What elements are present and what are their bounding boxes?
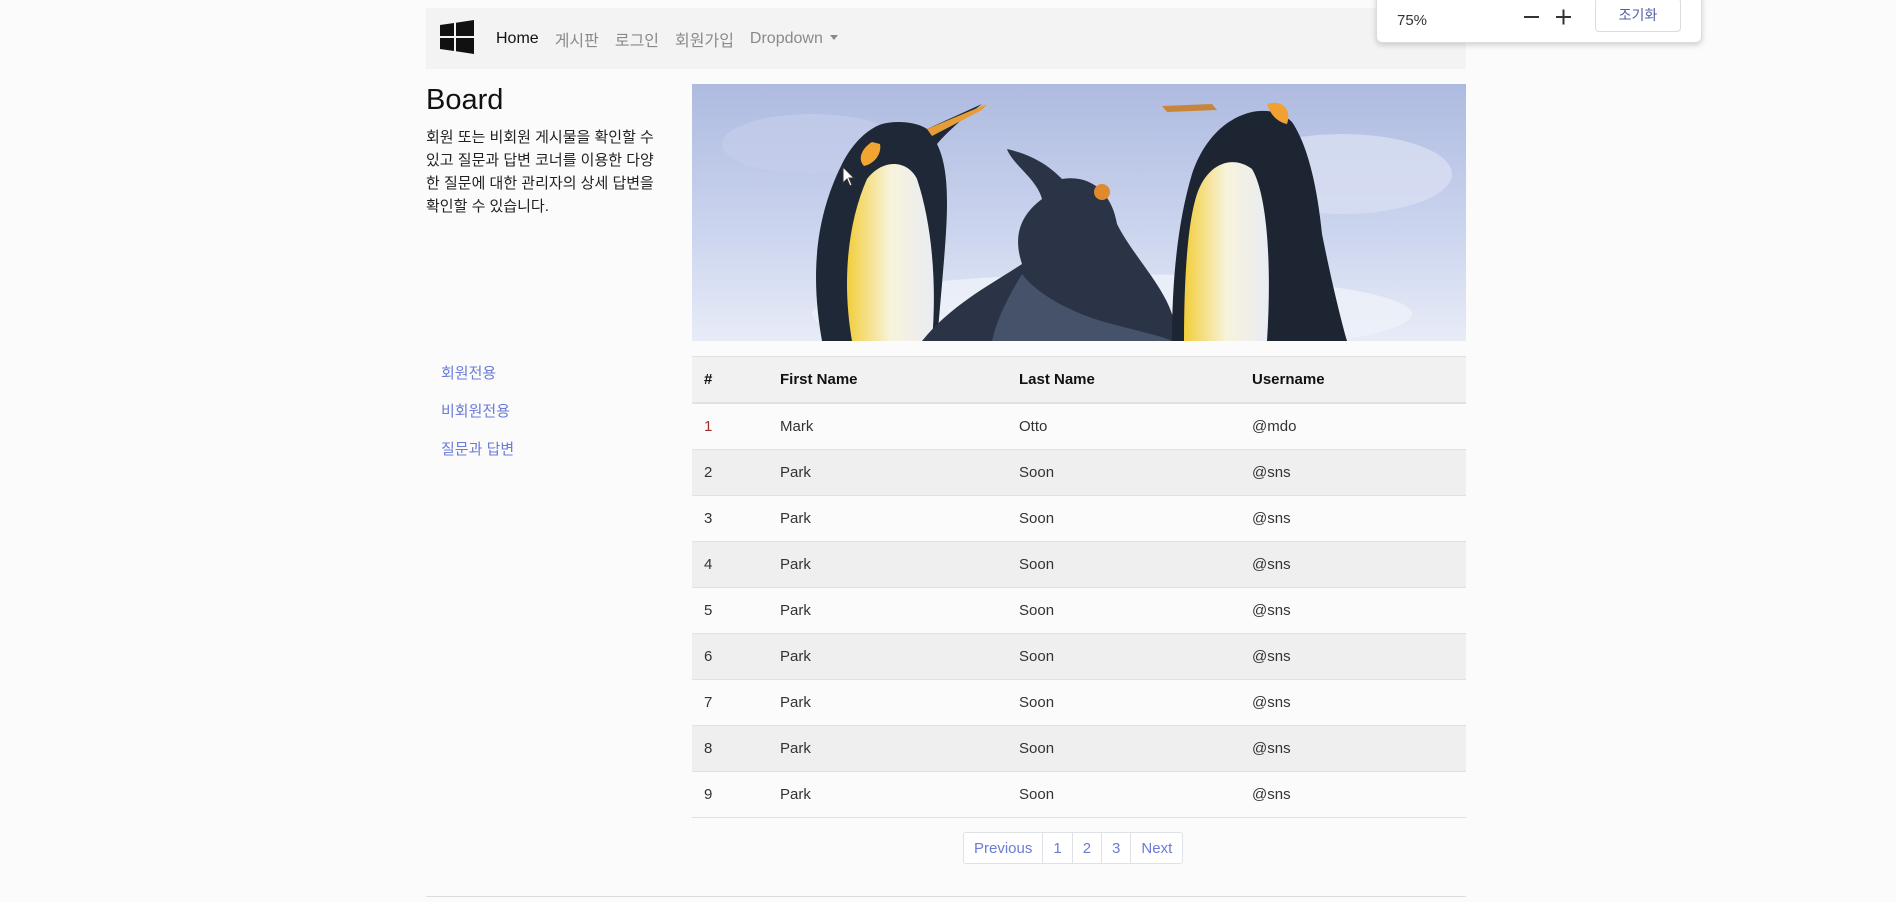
- cell-first-name: Park: [768, 679, 1007, 726]
- cell-username: @sns: [1240, 587, 1466, 634]
- nav-links: Home 게시판 로그인 회원가입 Dropdown: [496, 8, 854, 69]
- cell-last-name: Soon: [1007, 541, 1240, 588]
- zoom-level: 75%: [1397, 12, 1428, 29]
- table-row: 8 Park Soon @sns: [692, 725, 1466, 772]
- board-title: Board: [426, 84, 504, 116]
- cell-first-name: Mark: [768, 403, 1007, 450]
- cell-last-name: Soon: [1007, 725, 1240, 772]
- cell-username: @sns: [1240, 725, 1466, 772]
- cell-username: @mdo: [1240, 403, 1466, 450]
- table-row: 2 Park Soon @sns: [692, 449, 1466, 496]
- cell-first-name: Park: [768, 633, 1007, 680]
- cell-number: 6: [692, 633, 768, 680]
- cell-number: 5: [692, 587, 768, 634]
- pagination-page-3[interactable]: 3: [1101, 832, 1132, 864]
- pagination-page-2[interactable]: 2: [1071, 832, 1103, 864]
- cell-last-name: Otto: [1007, 403, 1240, 450]
- cell-number: 1: [692, 403, 768, 450]
- table-row: 5 Park Soon @sns: [692, 587, 1466, 634]
- cell-last-name: Soon: [1007, 495, 1240, 542]
- cell-last-name: Soon: [1007, 679, 1240, 726]
- cell-number: 7: [692, 679, 768, 726]
- cell-username: @sns: [1240, 495, 1466, 542]
- cell-first-name: Park: [768, 725, 1007, 772]
- users-table-wrapper: # First Name Last Name Username 1 Mark O…: [692, 356, 1466, 818]
- windows-logo-icon[interactable]: [440, 20, 474, 54]
- page: Home 게시판 로그인 회원가입 Dropdown 75% 조기화 Board…: [0, 0, 1896, 902]
- table-row: 7 Park Soon @sns: [692, 679, 1466, 726]
- board-description: 회원 또는 비회원 게시물을 확인할 수 있고 질문과 답변 코너를 이용한 다…: [426, 129, 654, 215]
- caret-down-icon: [829, 34, 838, 40]
- cell-first-name: Park: [768, 495, 1007, 542]
- navbar: Home 게시판 로그인 회원가입 Dropdown: [426, 8, 1466, 69]
- cell-last-name: Soon: [1007, 633, 1240, 680]
- cell-username: @sns: [1240, 449, 1466, 496]
- mouse-cursor-icon: [842, 166, 856, 187]
- sidebar-item-non-members[interactable]: 비회원전용: [441, 400, 514, 438]
- nav-signup[interactable]: 회원가입: [675, 27, 734, 51]
- nav-dropdown[interactable]: Dropdown: [750, 30, 838, 48]
- header-number: #: [692, 356, 768, 404]
- nav-dropdown-label: Dropdown: [749, 29, 823, 47]
- table-row: 4 Park Soon @sns: [692, 541, 1466, 588]
- sidebar-item-members[interactable]: 회원전용: [441, 362, 514, 400]
- cell-username: @sns: [1240, 541, 1466, 588]
- cell-number: 8: [692, 725, 768, 772]
- table-header-row: # First Name Last Name Username: [692, 356, 1466, 404]
- header-last-name: Last Name: [1007, 356, 1240, 404]
- sidebar: 회원전용 비회원전용 질문과 답변: [441, 362, 514, 476]
- penguins-hero-image: [692, 84, 1466, 341]
- zoom-out-button[interactable]: [1517, 3, 1545, 31]
- table-row: 6 Park Soon @sns: [692, 633, 1466, 680]
- table-row: 1 Mark Otto @mdo: [692, 403, 1466, 450]
- cell-last-name: Soon: [1007, 771, 1240, 818]
- nav-login[interactable]: 로그인: [615, 27, 659, 51]
- zoom-reset-button[interactable]: 조기화: [1595, 0, 1681, 32]
- zoom-in-button[interactable]: [1549, 3, 1577, 31]
- cell-first-name: Park: [768, 449, 1007, 496]
- cell-first-name: Park: [768, 587, 1007, 634]
- sidebar-item-qna[interactable]: 질문과 답변: [441, 438, 514, 476]
- pagination-previous[interactable]: Previous: [963, 832, 1044, 864]
- cell-first-name: Park: [768, 541, 1007, 588]
- table-row: 9 Park Soon @sns: [692, 771, 1466, 818]
- cell-last-name: Soon: [1007, 587, 1240, 634]
- zoom-popup: 75% 조기화: [1376, 0, 1702, 43]
- cell-number: 2: [692, 449, 768, 496]
- table-row: 3 Park Soon @sns: [692, 495, 1466, 542]
- header-first-name: First Name: [768, 356, 1007, 404]
- cell-username: @sns: [1240, 679, 1466, 726]
- header-username: Username: [1240, 356, 1466, 404]
- pagination-page-1[interactable]: 1: [1042, 832, 1073, 864]
- nav-home[interactable]: Home: [496, 30, 539, 48]
- cell-username: @sns: [1240, 633, 1466, 680]
- cell-number: 3: [692, 495, 768, 542]
- users-table: # First Name Last Name Username 1 Mark O…: [692, 356, 1466, 818]
- cell-first-name: Park: [768, 771, 1007, 818]
- plus-icon: [1556, 9, 1571, 25]
- cell-number: 4: [692, 541, 768, 588]
- minus-icon: [1524, 16, 1539, 18]
- cell-number: 9: [692, 771, 768, 818]
- pagination-next[interactable]: Next: [1130, 832, 1184, 864]
- footer-divider: [426, 896, 1466, 897]
- cell-username: @sns: [1240, 771, 1466, 818]
- nav-board[interactable]: 게시판: [555, 27, 599, 51]
- pagination: Previous 1 2 3 Next: [963, 832, 1184, 864]
- cell-last-name: Soon: [1007, 449, 1240, 496]
